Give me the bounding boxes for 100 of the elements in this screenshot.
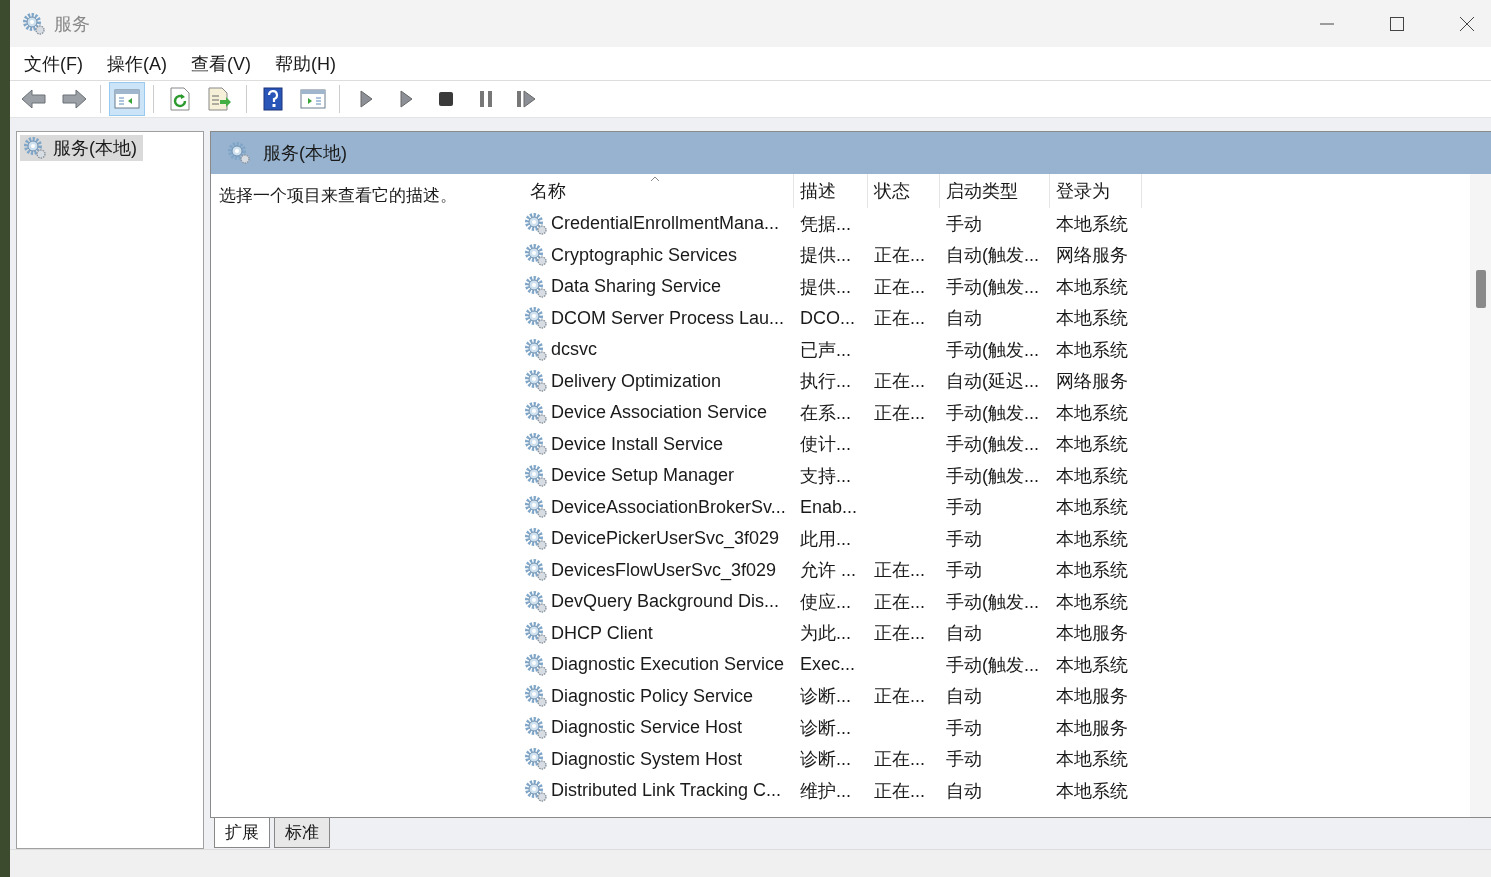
menu-item[interactable]: 帮助(H) (269, 51, 348, 76)
table-cell-text: 自动 (946, 685, 982, 709)
service-gear-icon (524, 558, 548, 583)
table-cell-text: 执行... (800, 370, 851, 394)
table-cell: Enab... (800, 496, 858, 518)
table-cell-text: 手动 (946, 716, 982, 740)
service-row[interactable]: Diagnostic System Host 诊断... 正在... 手动 本地系统 (524, 743, 1470, 775)
gear-icon (23, 136, 47, 160)
table-cell-text: 诊断... (800, 716, 851, 740)
service-gear-icon (524, 400, 548, 425)
table-cell-text: 手动 (946, 212, 982, 236)
table-cell-text: 本地系统 (1056, 338, 1128, 362)
service-row[interactable]: DevicesFlowUserSvc_3f029 允许 ... 正在... 手动 本地系统 (524, 554, 1470, 586)
service-row[interactable]: Device Setup Manager 支持... 手动(触发... 本地系统 (524, 460, 1470, 492)
play-icon (359, 90, 373, 108)
stop-icon (438, 91, 454, 107)
service-gear-icon (524, 747, 548, 772)
service-row[interactable]: DHCP Client 为此... 正在... 自动 本地服务 (524, 617, 1470, 649)
menu-item[interactable]: 文件(F) (18, 51, 95, 76)
column-header[interactable]: 名称 (524, 174, 794, 208)
table-cell-text: 本地系统 (1056, 275, 1128, 299)
service-row[interactable]: Cryptographic Services 提供... 正在... 自动(触发... 网络服务 (524, 239, 1470, 271)
table-cell-text: 本地系统 (1056, 496, 1128, 520)
pause-icon (479, 90, 493, 108)
table-cell: Data Sharing Service (551, 276, 722, 298)
table-cell-text: 正在... (874, 401, 925, 425)
service-row[interactable]: CredentialEnrollmentMana... 凭据... 手动 本地系统 (524, 208, 1470, 240)
scrollbar-thumb[interactable] (1476, 270, 1486, 308)
table-cell-text: 使计... (800, 433, 851, 457)
table-cell-text: 手动(触发... (946, 590, 1039, 614)
table-cell: Device Install Service (551, 433, 724, 455)
table-cell-text: 维护... (800, 779, 851, 803)
table-cell-text: 手动 (946, 559, 982, 583)
help-icon (263, 87, 283, 111)
scrollbar[interactable] (1470, 174, 1491, 817)
table-cell: Device Setup Manager (551, 465, 735, 487)
table-cell-text: 自动 (946, 779, 982, 803)
table-cell-text: 本地服务 (1056, 685, 1128, 709)
table-cell-text: 手动(触发... (946, 433, 1039, 457)
table-cell: DevicesFlowUserSvc_3f029 (551, 559, 777, 581)
table-cell-text: 正在... (874, 275, 925, 299)
table-cell-text: 正在... (874, 748, 925, 772)
service-row[interactable]: Distributed Link Tracking C... 维护... 正在... 自动 本地系统 (524, 775, 1470, 807)
service-row[interactable]: DeviceAssociationBrokerSv... Enab... 手动 本地系统 (524, 491, 1470, 523)
table-cell: DCO... (800, 307, 855, 329)
service-row[interactable]: Diagnostic Execution Service Exec... 手动(触发... 本地系统 (524, 649, 1470, 681)
table-cell-text: 手动(触发... (946, 401, 1039, 425)
table-cell-text: 手动(触发... (946, 653, 1039, 677)
table-cell-text: 诊断... (800, 748, 851, 772)
tree-item[interactable]: 服务(本地) (20, 135, 143, 161)
close-button[interactable] (1459, 15, 1475, 32)
table-cell-text: 手动(触发... (946, 275, 1039, 299)
table-cell-text: 凭据... (800, 212, 851, 236)
column-header[interactable]: 登录为 (1050, 174, 1142, 208)
service-row[interactable]: dcsvc 已声... 手动(触发... 本地系统 (524, 334, 1470, 366)
console-tree-button[interactable] (109, 82, 145, 116)
table-cell-text: 本地系统 (1056, 559, 1128, 583)
table-cell-text: 本地系统 (1056, 779, 1128, 803)
column-header[interactable]: 描述 (794, 174, 868, 208)
window-title: 服务 (54, 12, 90, 36)
service-row[interactable]: Device Install Service 使计... 手动(触发... 本地系统 (524, 428, 1470, 460)
service-row[interactable]: Diagnostic Policy Service 诊断... 正在... 自动 本地服务 (524, 680, 1470, 712)
service-row[interactable]: DCOM Server Process Lau... DCO... 正在... 自动 本地系统 (524, 302, 1470, 334)
gear-icon (227, 141, 251, 165)
service-gear-icon (524, 495, 548, 520)
service-gear-icon (524, 589, 548, 614)
view-tab[interactable]: 扩展 (214, 818, 270, 848)
table-cell-text: 本地系统 (1056, 307, 1128, 331)
resume-icon (516, 90, 536, 108)
menu-item[interactable]: 查看(V) (185, 51, 263, 76)
service-row[interactable]: DevQuery Background Dis... 使应... 正在... 手动(触发... 本地系统 (524, 586, 1470, 618)
table-cell-text: 本地系统 (1056, 464, 1128, 488)
table-cell-text: 本地服务 (1056, 622, 1128, 646)
service-gear-icon (524, 715, 548, 740)
service-row[interactable]: Device Association Service 在系... 正在... 手动(触发... 本地系统 (524, 397, 1470, 429)
service-gear-icon (524, 652, 548, 677)
table-cell: DevQuery Background Dis... (551, 591, 780, 613)
table-cell-text: 自动(触发... (946, 244, 1039, 268)
menu-item[interactable]: 操作(A) (101, 51, 179, 76)
table-cell: DCOM Server Process Lau... (551, 307, 785, 329)
service-row[interactable]: Delivery Optimization 执行... 正在... 自动(延迟... 网络服务 (524, 365, 1470, 397)
table-cell-text: 自动(延迟... (946, 370, 1039, 394)
service-row[interactable]: Data Sharing Service 提供... 正在... 手动(触发... 本地系统 (524, 271, 1470, 303)
table-cell-text: 手动(触发... (946, 338, 1039, 362)
play-icon (399, 90, 413, 108)
table-cell-text: 已声... (800, 338, 851, 362)
service-row[interactable]: Diagnostic Service Host 诊断... 手动 本地服务 (524, 712, 1470, 744)
column-header[interactable]: 状态 (868, 174, 940, 208)
table-cell-text: 本地服务 (1056, 716, 1128, 740)
table-cell-text: 正在... (874, 244, 925, 268)
service-gear-icon (524, 337, 548, 362)
service-row[interactable]: DevicePickerUserSvc_3f029 此用... 手动 本地系统 (524, 523, 1470, 555)
table-cell: Delivery Optimization (551, 370, 722, 392)
view-tab[interactable]: 标准 (274, 818, 330, 848)
refresh-icon (169, 87, 191, 111)
maximize-button[interactable] (1389, 15, 1405, 32)
description-text: 选择一个项目来查看它的描述。 (219, 186, 457, 205)
window-pane-icon (300, 88, 326, 110)
service-gear-icon (524, 778, 548, 803)
column-header[interactable]: 启动类型 (940, 174, 1050, 208)
